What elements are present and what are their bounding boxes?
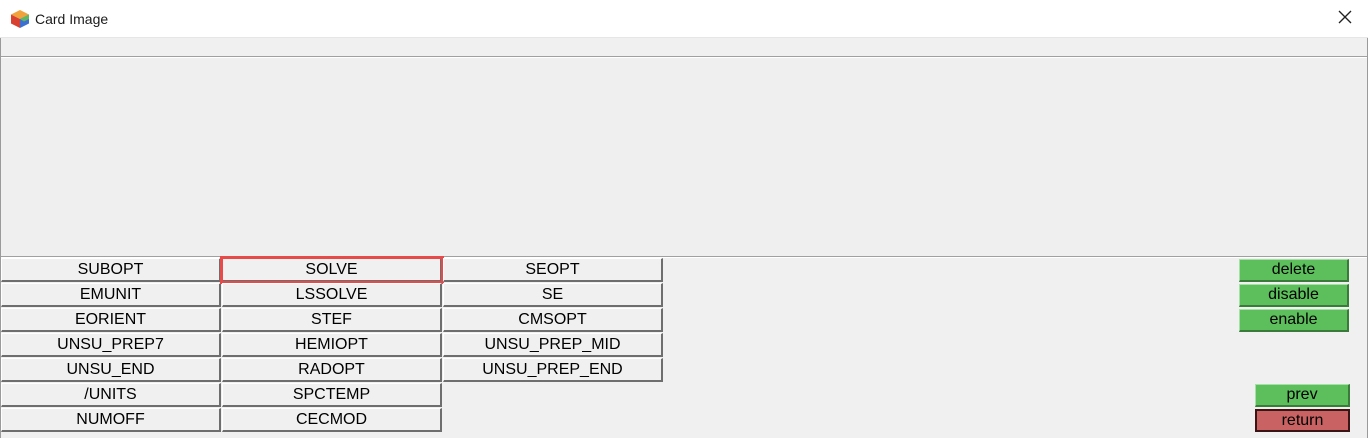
- card-image-area: [2, 59, 1366, 257]
- card-button[interactable]: EMUNIT: [1, 283, 221, 307]
- disable-button[interactable]: disable: [1239, 284, 1349, 307]
- card-button[interactable]: EORIENT: [1, 308, 221, 332]
- card-button[interactable]: HEMIOPT: [222, 333, 442, 357]
- close-icon: [1338, 10, 1352, 29]
- card-button[interactable]: UNSU_PREP7: [1, 333, 221, 357]
- card-button-selected[interactable]: SOLVE: [220, 256, 444, 284]
- card-button[interactable]: CECMOD: [222, 408, 442, 432]
- return-button[interactable]: return: [1255, 409, 1350, 432]
- card-button[interactable]: UNSU_PREP_END: [443, 358, 663, 382]
- card-button[interactable]: SEOPT: [443, 258, 663, 282]
- card-button[interactable]: UNSU_PREP_MID: [443, 333, 663, 357]
- card-button[interactable]: SUBOPT: [1, 258, 221, 282]
- card-button[interactable]: NUMOFF: [1, 408, 221, 432]
- card-button[interactable]: SPCTEMP: [222, 383, 442, 407]
- delete-button[interactable]: delete: [1239, 259, 1349, 282]
- card-button[interactable]: STEF: [222, 308, 442, 332]
- window-title: Card Image: [35, 11, 109, 27]
- card-button[interactable]: /UNITS: [1, 383, 221, 407]
- card-button[interactable]: CMSOPT: [443, 308, 663, 332]
- close-button[interactable]: [1322, 0, 1368, 38]
- card-button[interactable]: RADOPT: [222, 358, 442, 382]
- toolbar-strip: [0, 38, 1368, 56]
- divider: [0, 56, 1368, 58]
- card-button[interactable]: LSSOLVE: [222, 283, 442, 307]
- title-bar: Card Image: [0, 0, 1368, 38]
- card-button[interactable]: SE: [443, 283, 663, 307]
- prev-button[interactable]: prev: [1255, 384, 1350, 407]
- card-button[interactable]: UNSU_END: [1, 358, 221, 382]
- enable-button[interactable]: enable: [1239, 309, 1349, 332]
- cube-app-icon: [10, 9, 30, 29]
